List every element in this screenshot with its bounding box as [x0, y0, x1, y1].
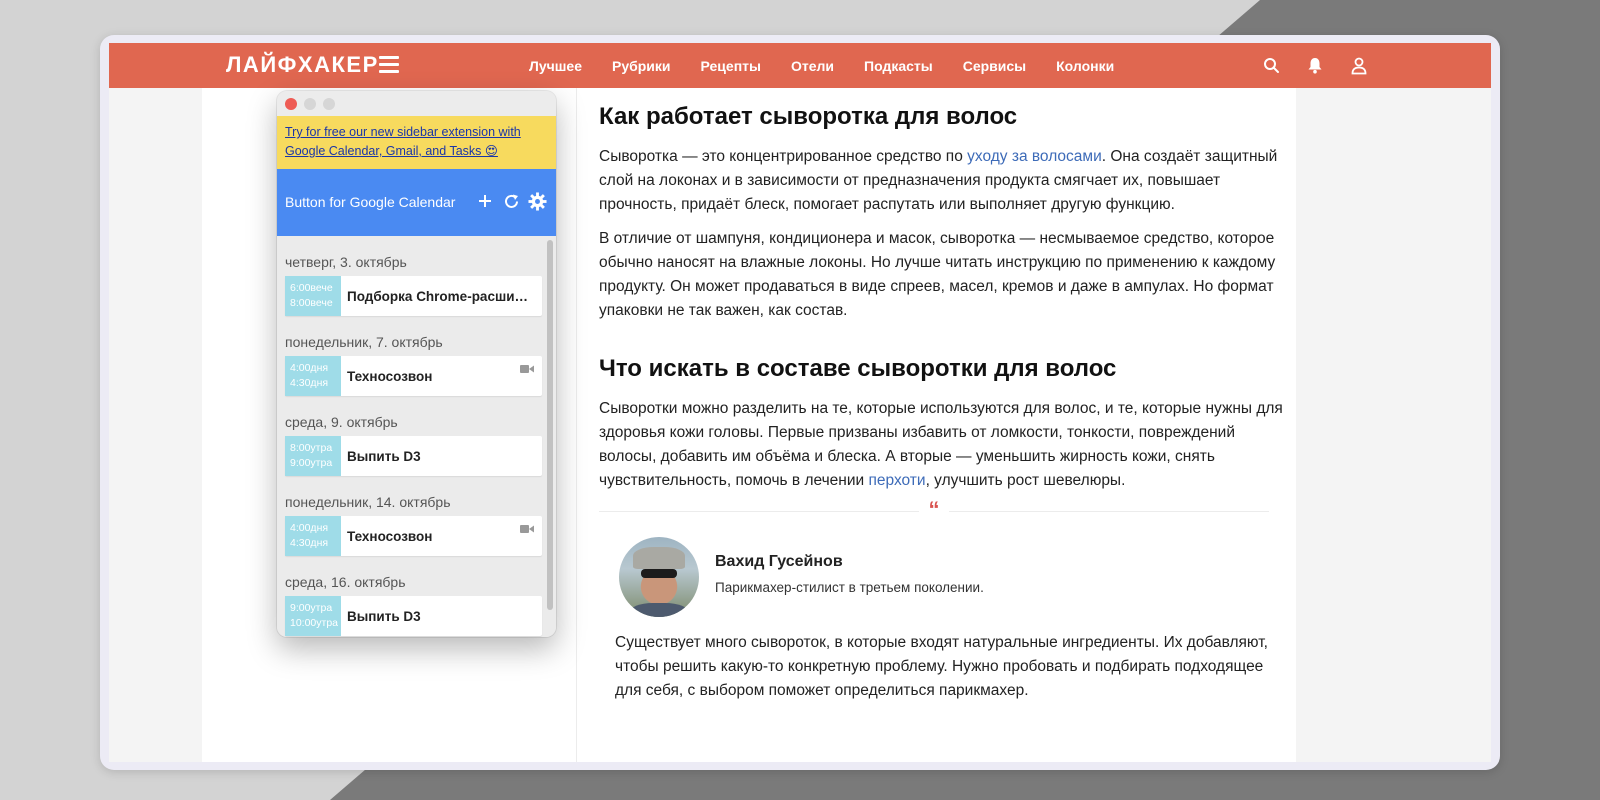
- nav-link-services[interactable]: Сервисы: [963, 58, 1026, 74]
- popup-title: Button for Google Calendar: [285, 194, 456, 210]
- avatar-shirt: [629, 603, 689, 617]
- day-label: понедельник, 14. октябрь: [285, 494, 451, 510]
- promo-banner: Try for free our new sidebar extension w…: [277, 116, 556, 169]
- event-time: 9:00утра 10:00утра: [285, 596, 341, 636]
- article-paragraph-3: Сыворотки можно разделить на те, которые…: [599, 397, 1289, 493]
- video-icon: [520, 365, 534, 373]
- quote-separator: “: [599, 499, 1289, 525]
- user-icon[interactable]: [1347, 53, 1371, 77]
- nav-links: Лучшее Рубрики Рецепты Отели Подкасты Се…: [529, 43, 1144, 88]
- day-group: четверг, 3. октябрь 6:00вече 8:00вече Под…: [277, 254, 556, 316]
- nav-link-columns[interactable]: Колонки: [1056, 58, 1114, 74]
- expert-card: Вахид Гусейнов Парикмахер-стилист в трет…: [599, 531, 1289, 631]
- day-label: четверг, 3. октябрь: [285, 254, 407, 270]
- events-list[interactable]: четверг, 3. октябрь 6:00вече 8:00вече Под…: [277, 236, 556, 637]
- bell-icon[interactable]: [1303, 53, 1327, 77]
- event-title-text: Техносозвон: [347, 528, 433, 544]
- avatar-glasses: [641, 569, 677, 578]
- refresh-icon[interactable]: [499, 189, 523, 213]
- nav-icons: [1259, 53, 1391, 77]
- quote-mark-icon: “: [919, 499, 949, 521]
- paragraph-text: Сыворотка — это концентрированное средст…: [599, 148, 968, 165]
- dandruff-link[interactable]: перхоти: [868, 472, 925, 489]
- event-end: 4:30дня: [290, 377, 329, 389]
- article-paragraph-1: Сыворотка — это концентрированное средст…: [599, 145, 1289, 217]
- article-paragraph-2: В отличие от шампуня, кондиционера и мас…: [599, 230, 1276, 319]
- event-end: 8:00вече: [290, 297, 333, 309]
- event-title-text: Выпить D3: [347, 448, 421, 464]
- expert-name: Вахид Гусейнов: [715, 553, 843, 570]
- event-end: 10:00утра: [290, 617, 339, 629]
- calendar-extension-popup: Try for free our new sidebar extension w…: [277, 91, 556, 637]
- browser-window: ЛАЙФХАКЕР Лучшее Рубрики Рецепты Отели П…: [109, 43, 1491, 762]
- day-group: среда, 9. октябрь 8:00утра 9:00утра Выпит…: [277, 414, 556, 476]
- nav-link-podcasts[interactable]: Подкасты: [864, 58, 933, 74]
- column-divider: [576, 88, 577, 762]
- search-icon[interactable]: [1259, 53, 1283, 77]
- event-title: Выпить D3: [341, 596, 542, 636]
- day-label: среда, 9. октябрь: [285, 414, 398, 430]
- day-label: среда, 16. октябрь: [285, 574, 406, 590]
- event-title: Техносозвон: [341, 516, 542, 556]
- scrollbar[interactable]: [547, 240, 553, 610]
- nav-link-hotels[interactable]: Отели: [791, 58, 834, 74]
- event-start: 6:00вече: [290, 282, 333, 294]
- header-actions: [473, 189, 551, 213]
- event-item[interactable]: 9:00утра 10:00утра Выпить D3: [285, 596, 542, 636]
- event-title-text: Выпить D3: [347, 608, 421, 624]
- event-time: 4:00дня 4:30дня: [285, 516, 341, 556]
- event-item[interactable]: 4:00дня 4:30дня Техносозвон: [285, 516, 542, 556]
- event-item[interactable]: 8:00утра 9:00утра Выпить D3: [285, 436, 542, 476]
- hair-care-link[interactable]: уходу за волосами: [967, 148, 1102, 165]
- event-start: 8:00утра: [290, 442, 333, 454]
- nav-link-best[interactable]: Лучшее: [529, 58, 582, 74]
- nav-link-rubrics[interactable]: Рубрики: [612, 58, 671, 74]
- promo-link[interactable]: Try for free our new sidebar extension w…: [285, 125, 521, 158]
- close-button[interactable]: [285, 97, 297, 110]
- menu-icon[interactable]: [379, 56, 399, 74]
- event-item[interactable]: 6:00вече 8:00вече Подборка Chrome-расшире…: [285, 276, 542, 316]
- event-title-text: Техносозвон: [347, 368, 433, 384]
- gear-icon[interactable]: [525, 189, 549, 213]
- site-navbar: ЛАЙФХАКЕР Лучшее Рубрики Рецепты Отели П…: [109, 43, 1491, 88]
- add-icon[interactable]: [473, 189, 497, 213]
- event-title: Техносозвон: [341, 356, 542, 396]
- article: Как работает сыворотка для волос Сыворот…: [599, 101, 1289, 713]
- event-end: 9:00утра: [290, 457, 333, 469]
- expert-quote: Существует много сывороток, в которые вх…: [615, 634, 1268, 699]
- event-end: 4:30дня: [290, 537, 329, 549]
- event-item[interactable]: 4:00дня 4:30дня Техносозвон: [285, 356, 542, 396]
- zoom-button[interactable]: [323, 97, 335, 110]
- popup-titlebar: [277, 91, 556, 116]
- event-title: Выпить D3: [341, 436, 542, 476]
- site-logo[interactable]: ЛАЙФХАКЕР: [226, 52, 379, 78]
- event-start: 9:00утра: [290, 602, 333, 614]
- day-group: понедельник, 14. октябрь 4:00дня 4:30дня …: [277, 494, 556, 556]
- event-time: 8:00утра 9:00утра: [285, 436, 341, 476]
- event-time: 6:00вече 8:00вече: [285, 276, 341, 316]
- article-heading-2: Что искать в составе сыворотки для волос: [599, 355, 1117, 382]
- avatar-hat: [633, 547, 685, 569]
- paragraph-text: , улучшить рост шевелюры.: [925, 472, 1126, 489]
- minimize-button[interactable]: [304, 97, 316, 110]
- event-title-text: Подборка Chrome-расширений: [347, 288, 536, 304]
- event-start: 4:00дня: [290, 362, 329, 374]
- event-start: 4:00дня: [290, 522, 329, 534]
- day-group: понедельник, 7. октябрь 4:00дня 4:30дня Т…: [277, 334, 556, 396]
- popup-header: Button for Google Calendar: [277, 169, 556, 236]
- day-label: понедельник, 7. октябрь: [285, 334, 443, 350]
- avatar: [619, 537, 699, 617]
- nav-link-recipes[interactable]: Рецепты: [701, 58, 761, 74]
- event-time: 4:00дня 4:30дня: [285, 356, 341, 396]
- article-heading-1: Как работает сыворотка для волос: [599, 103, 1018, 130]
- event-title: Подборка Chrome-расширений: [341, 276, 542, 316]
- expert-role: Парикмахер-стилист в третьем поколении.: [715, 580, 984, 595]
- day-group: среда, 16. октябрь 9:00утра 10:00утра Вып…: [277, 574, 556, 636]
- video-icon: [520, 525, 534, 533]
